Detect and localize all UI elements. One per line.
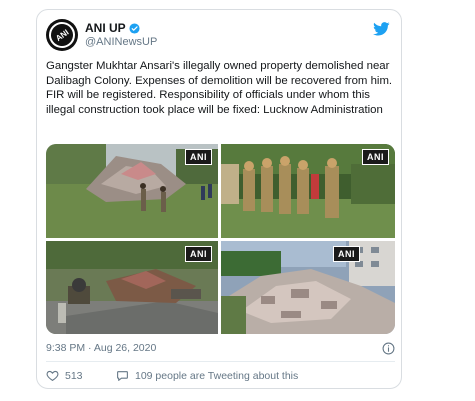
author-names[interactable]: ANI UP @ANINewsUP [85, 21, 157, 49]
tweet-text: Gangster Mukhtar Ansari's illegally owne… [46, 60, 393, 116]
people-tweeting-text: 109 people are Tweeting about this [135, 369, 299, 382]
like-button[interactable]: 513 [46, 369, 83, 382]
tweet-media-grid: ANI ANI ANI ANI [46, 144, 395, 334]
avatar-logo: ANI [46, 19, 78, 51]
tweet-actions: 513 109 people are Tweeting about this [46, 369, 395, 385]
avatar[interactable]: ANI [46, 19, 78, 51]
tweet-card[interactable]: ANI ANI UP @ANINewsUP Gangster Mukhtar A… [36, 9, 402, 389]
ani-watermark: ANI [185, 149, 212, 165]
photo-police-officials[interactable]: ANI [221, 144, 395, 238]
info-icon[interactable] [382, 342, 395, 355]
photo-concrete-rubble[interactable]: ANI [221, 241, 395, 334]
ani-watermark: ANI [185, 246, 212, 262]
verified-badge-icon [129, 22, 140, 34]
ani-watermark: ANI [333, 246, 360, 262]
tweet-timestamp[interactable]: 9:38 PM · Aug 26, 2020 [46, 342, 156, 354]
author-handle[interactable]: @ANINewsUP [85, 35, 157, 49]
ani-watermark: ANI [362, 149, 389, 165]
tweet-meta: 9:38 PM · Aug 26, 2020 [46, 342, 395, 356]
people-tweeting-link[interactable]: 109 people are Tweeting about this [116, 369, 298, 382]
like-count: 513 [65, 369, 83, 382]
photo-demolition-rubble[interactable]: ANI [46, 144, 218, 238]
author-display-name-row[interactable]: ANI UP [85, 21, 157, 35]
speech-bubble-icon [117, 371, 128, 381]
divider [46, 361, 395, 362]
tweet-header: ANI ANI UP @ANINewsUP [46, 19, 392, 53]
photo-wreckage-closeup[interactable]: ANI [46, 241, 218, 334]
twitter-bird-icon[interactable] [373, 22, 390, 36]
author-display-name[interactable]: ANI UP [85, 21, 126, 35]
heart-icon [46, 370, 59, 382]
